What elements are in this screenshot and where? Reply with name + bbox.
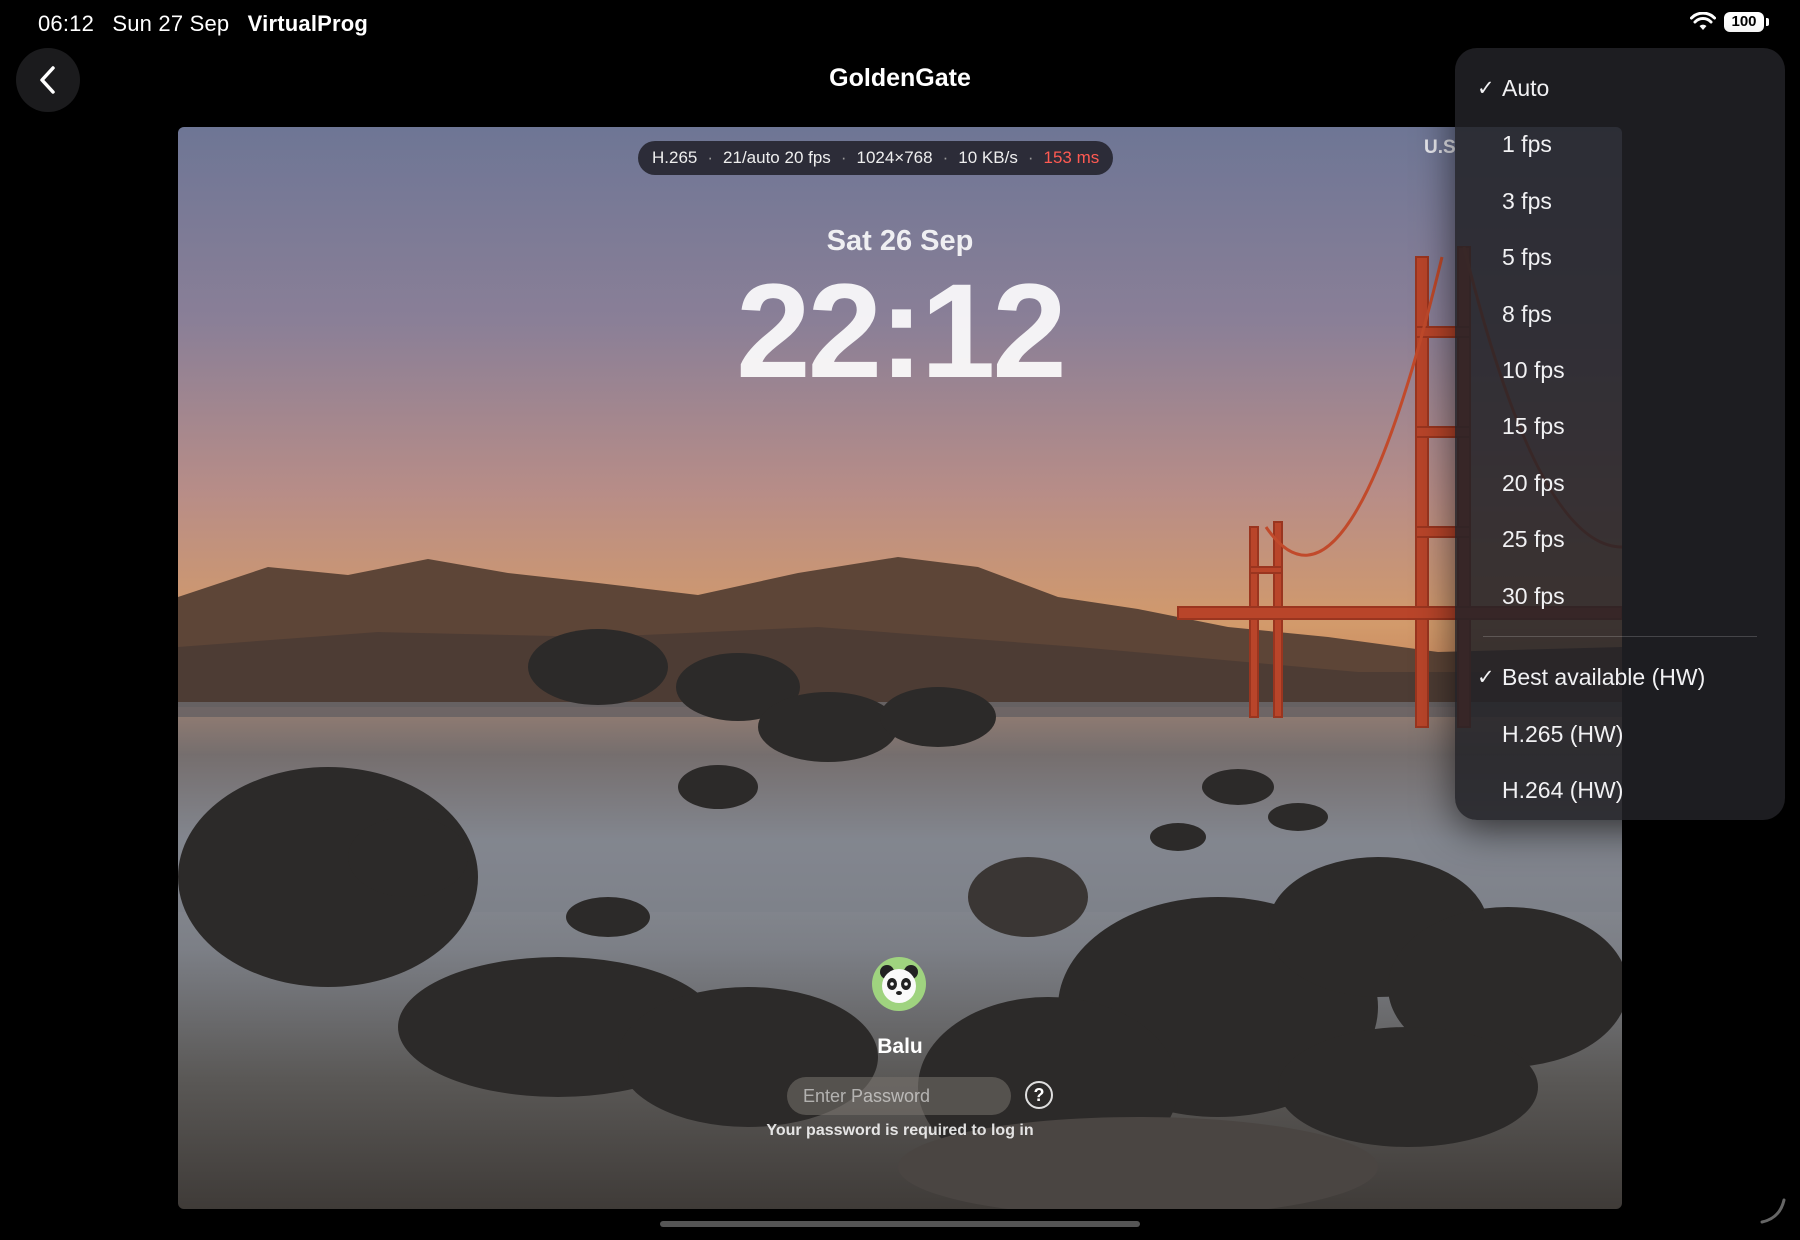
login-username: Balu <box>877 1035 923 1058</box>
wifi-icon <box>1690 12 1716 30</box>
status-app-name: VirtualProg <box>247 11 369 36</box>
checkmark-icon: ✓ <box>1477 665 1495 689</box>
menu-item-label: H.264 (HW) <box>1502 776 1624 803</box>
stats-separator: · <box>1027 148 1034 167</box>
question-mark-icon[interactable]: ? <box>1025 1081 1053 1109</box>
menu-item-label: 1 fps <box>1502 130 1552 157</box>
stats-codec: H.265 <box>652 148 698 167</box>
menu-item-codec-h265[interactable]: H.265 (HW) <box>1455 708 1785 760</box>
menu-item-label: H.265 (HW) <box>1502 720 1624 747</box>
menu-item-framerate-30[interactable]: 30 fps <box>1455 570 1785 622</box>
battery-level: 100 <box>1731 13 1757 30</box>
menu-item-codec-best[interactable]: ✓ Best available (HW) <box>1455 651 1785 703</box>
status-bar: 06:12 Sun 27 Sep VirtualProg 100 <box>0 0 1800 48</box>
menu-item-framerate-1[interactable]: 1 fps <box>1455 118 1785 170</box>
password-hint: Your password is required to log in <box>766 1122 1034 1139</box>
menu-item-framerate-20[interactable]: 20 fps <box>1455 457 1785 509</box>
menu-item-label: 30 fps <box>1502 582 1565 609</box>
menu-item-label: 3 fps <box>1502 187 1552 214</box>
checkmark-icon: ✓ <box>1477 76 1495 100</box>
stats-latency: 153 ms <box>1043 148 1100 167</box>
lock-screen-time: 22:12 <box>736 257 1067 406</box>
menu-item-label: 8 fps <box>1502 300 1552 327</box>
status-date: Sun 27 Sep <box>112 11 230 36</box>
stats-resolution: 1024×768 <box>856 148 933 167</box>
menu-item-label: 10 fps <box>1502 356 1565 383</box>
menu-item-codec-h264[interactable]: H.264 (HW) <box>1455 764 1785 816</box>
menu-item-framerate-10[interactable]: 10 fps <box>1455 344 1785 396</box>
stats-bitrate: 10 KB/s <box>958 148 1018 167</box>
menu-item-framerate-3[interactable]: 3 fps <box>1455 175 1785 227</box>
remote-screen[interactable]: U.S H.265 · 21/auto 20 fps · 1024×768 · … <box>178 127 1622 1209</box>
menu-item-label: 20 fps <box>1502 469 1565 496</box>
stats-separator: · <box>942 148 949 167</box>
stream-settings-menu: ✓ Auto 1 fps 3 fps 5 fps 8 fps 10 fps 15… <box>1455 48 1785 820</box>
battery-icon: 100 <box>1724 12 1769 32</box>
stats-fps: 21/auto 20 fps <box>723 148 831 167</box>
menu-item-framerate-5[interactable]: 5 fps <box>1455 231 1785 283</box>
panda-avatar-icon[interactable] <box>872 957 926 1011</box>
menu-divider <box>1483 636 1757 637</box>
menu-item-framerate-auto[interactable]: ✓ Auto <box>1455 62 1785 114</box>
panda-face-icon <box>880 965 918 1003</box>
status-bar-right: 100 <box>1690 12 1769 32</box>
stats-separator: · <box>707 148 714 167</box>
home-indicator[interactable] <box>660 1221 1140 1227</box>
stream-stats-pill[interactable]: H.265 · 21/auto 20 fps · 1024×768 · 10 K… <box>638 141 1114 175</box>
input-source-indicator[interactable]: U.S <box>1424 137 1456 159</box>
menu-item-label: 25 fps <box>1502 525 1565 552</box>
status-time: 06:12 <box>38 11 95 36</box>
menu-item-label: Best available (HW) <box>1502 663 1706 690</box>
menu-item-framerate-15[interactable]: 15 fps <box>1455 400 1785 452</box>
menu-item-framerate-8[interactable]: 8 fps <box>1455 288 1785 340</box>
lock-screen-date: Sat 26 Sep <box>826 225 974 257</box>
resize-grip-icon[interactable] <box>1758 1196 1788 1226</box>
menu-item-label: 15 fps <box>1502 412 1565 439</box>
menu-item-label: 5 fps <box>1502 243 1552 270</box>
password-input[interactable] <box>787 1077 1011 1115</box>
status-bar-left: 06:12 Sun 27 Sep VirtualProg <box>38 11 380 37</box>
menu-item-framerate-25[interactable]: 25 fps <box>1455 513 1785 565</box>
stats-separator: · <box>840 148 847 167</box>
menu-item-label: Auto <box>1502 74 1550 101</box>
